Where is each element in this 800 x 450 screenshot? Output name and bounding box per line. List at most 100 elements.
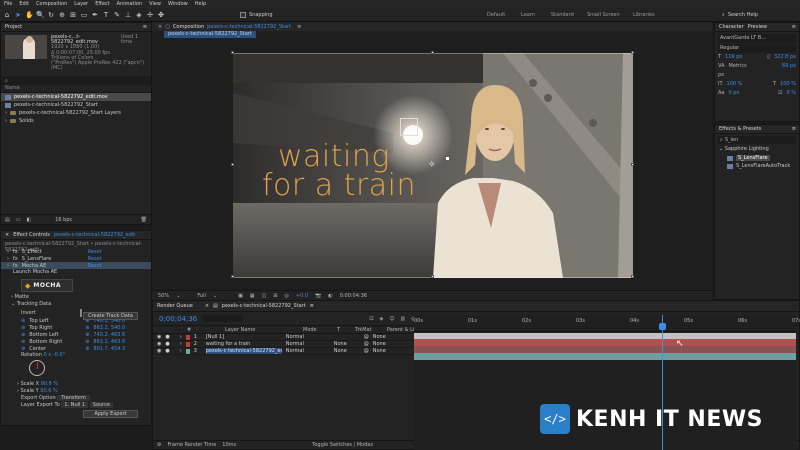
comp-flowchart-icon[interactable]: ⊡ — [369, 316, 373, 322]
project-tab[interactable]: Project — [5, 24, 22, 30]
column-name-header[interactable]: Name — [5, 85, 20, 91]
transform-handle[interactable] — [431, 51, 434, 54]
column-header[interactable]: T — [337, 327, 351, 333]
effects-search[interactable]: ⌕ S_len — [718, 136, 796, 144]
horizontal-scale-value[interactable]: 100 % — [780, 80, 796, 89]
close-icon[interactable]: × — [205, 303, 209, 309]
tracking-data-group[interactable]: ⌄ Tracking Data — [1, 301, 151, 308]
invert-checkbox[interactable] — [79, 309, 82, 317]
font-style-select[interactable]: Regular — [718, 44, 796, 53]
effect-reset-link[interactable]: Reset — [88, 249, 102, 255]
project-search[interactable]: ⌕ — [1, 76, 151, 85]
pickwhip-icon[interactable]: @ — [364, 348, 369, 354]
font-family-select[interactable]: AvantGarde LT B... — [718, 34, 796, 43]
transform-handle[interactable] — [431, 275, 434, 278]
timeline-search-input[interactable] — [203, 315, 244, 322]
hand-tool-icon[interactable]: ✋ — [25, 11, 34, 19]
region-of-interest-icon[interactable]: ▣ — [238, 293, 243, 299]
shy-icon[interactable]: ☺ — [389, 316, 394, 322]
effect-reset-link[interactable]: Reset — [88, 263, 102, 269]
solo-icon[interactable]: ● — [165, 334, 169, 340]
layer-parent-select[interactable]: None — [373, 341, 386, 347]
crosshair-icon[interactable]: ⊕ — [21, 325, 25, 331]
chevron-right-icon[interactable]: › — [7, 256, 9, 262]
crosshair-icon[interactable]: ⊕ — [21, 318, 25, 324]
close-icon[interactable]: × — [158, 24, 162, 30]
effect-preset-item[interactable]: S_LensFlareAutoTrack — [715, 162, 799, 170]
column-header[interactable]: Layer Name — [225, 327, 299, 333]
tracking-value[interactable]: 89 px — [782, 62, 796, 71]
transform-handle[interactable] — [231, 275, 234, 278]
render-queue-tab[interactable]: Render Queue — [157, 303, 193, 309]
apply-export-button[interactable]: Apply Export — [83, 410, 138, 418]
chevron-right-icon[interactable]: › — [7, 263, 9, 269]
pickwhip-icon[interactable]: @ — [364, 334, 369, 340]
workspace-small-screen[interactable]: Small Screen — [587, 12, 620, 18]
layer-trkmat-select[interactable]: None — [334, 341, 360, 347]
launch-mocha-row[interactable]: Launch Mocha AE — [1, 269, 151, 276]
camera-tool-icon[interactable]: ⊕ — [58, 11, 66, 19]
toggle-switches-modes[interactable]: Toggle Switches / Modes — [312, 442, 373, 448]
chevron-right-icon[interactable]: › — [7, 249, 9, 255]
effect-row[interactable]: › fx S_LensFlare Reset — [1, 255, 151, 262]
layer-trkmat-select[interactable]: None — [334, 348, 360, 354]
chevron-right-icon[interactable]: › — [5, 118, 7, 124]
panel-menu-icon[interactable]: ≡ — [310, 303, 314, 309]
frame-blend-icon[interactable]: ▥ — [401, 316, 406, 322]
menu-file[interactable]: File — [4, 1, 12, 7]
panel-menu-icon[interactable]: ≡ — [792, 126, 796, 132]
menu-animation[interactable]: Animation — [117, 1, 143, 7]
layer-name[interactable]: pexels-c-technical-5822792_edit — [205, 348, 282, 354]
crosshair-icon[interactable]: ⊕ — [85, 332, 89, 338]
tsume-value[interactable]: 0 % — [786, 89, 796, 98]
scale-y-value[interactable]: 90.6 % — [40, 388, 57, 394]
matte-group[interactable]: › Matte — [1, 294, 151, 301]
new-folder-icon[interactable]: ▭ — [16, 217, 21, 223]
layer-name[interactable]: [Null 1] — [206, 334, 282, 340]
column-header[interactable]: Mode — [303, 327, 333, 333]
project-item[interactable]: pexels-c-technical-5822792_edit.mov — [1, 93, 151, 101]
chevron-down-icon[interactable]: ⌄ — [176, 293, 180, 299]
type-tool-icon[interactable]: T — [102, 11, 110, 19]
rotation-dial[interactable] — [29, 360, 45, 376]
character-tab[interactable]: Character — [719, 24, 744, 30]
preview-tab[interactable]: Preview — [748, 24, 767, 30]
trash-icon[interactable]: 🗑 — [141, 217, 147, 223]
puppet-tool-icon[interactable]: ✤ — [157, 11, 165, 19]
unit-label[interactable]: px — [718, 71, 724, 80]
menu-edit[interactable]: Edit — [19, 1, 29, 7]
composition-breadcrumb[interactable]: pexels-c-technical-5822792_Start — [164, 31, 256, 38]
effects-presets-tab[interactable]: Effects & Presets — [719, 126, 761, 132]
home-icon[interactable]: ⌂ — [3, 11, 11, 19]
playhead-handle[interactable] — [659, 323, 666, 330]
effect-controls-tab[interactable]: Effect Controls — [13, 232, 50, 238]
workspace-learn[interactable]: Learn — [521, 12, 535, 18]
layer-mode-select[interactable]: Normal — [286, 341, 316, 347]
timeline-layer-row[interactable]: ◉ ● › 3 pexels-c-technical-5822792_edit Norma… — [153, 348, 415, 355]
rotate-tool-icon[interactable]: ↻ — [47, 11, 55, 19]
layer-parent-select[interactable]: None — [373, 348, 386, 354]
eye-icon[interactable]: ◉ — [157, 341, 161, 347]
text-layer-waiting[interactable]: waiting for a train — [262, 142, 422, 201]
crosshair-icon[interactable]: ⊕ — [21, 346, 25, 352]
resolution-select[interactable]: Full — [197, 293, 206, 299]
fx-icon[interactable]: fx — [13, 263, 18, 269]
new-comp-icon[interactable]: ◧ — [26, 217, 31, 223]
zoom-select[interactable]: 50% — [158, 293, 169, 299]
project-item[interactable]: › pexels-c-technical-5822792_Start Layers — [1, 109, 151, 117]
baseline-value[interactable]: 0 px — [728, 89, 739, 98]
timeline-layer-row[interactable]: ◉ ● › 2 waiting for a train Normal None @ None — [153, 341, 415, 348]
snapshot-icon[interactable]: 📷 — [315, 293, 321, 299]
pan-behind-icon[interactable]: ⊞ — [69, 11, 77, 19]
transform-handle[interactable] — [231, 163, 234, 166]
label-color-swatch[interactable] — [185, 341, 190, 347]
mocha-logo[interactable]: ◆ MOCHA — [21, 279, 73, 292]
launch-mocha-label[interactable]: Launch Mocha AE — [13, 269, 57, 275]
snapping-checkbox[interactable] — [240, 11, 246, 18]
corner-pin-value[interactable]: 863.2, 540.0 — [93, 325, 125, 331]
exposure-value[interactable]: +0.0 — [296, 293, 308, 299]
export-option-select[interactable]: Transform — [57, 395, 91, 401]
stroke-size-value[interactable]: 322.8 px — [774, 53, 796, 62]
roto-tool-icon[interactable]: ✢ — [146, 11, 154, 19]
render-settings-icon[interactable]: ⚙ — [157, 442, 161, 448]
